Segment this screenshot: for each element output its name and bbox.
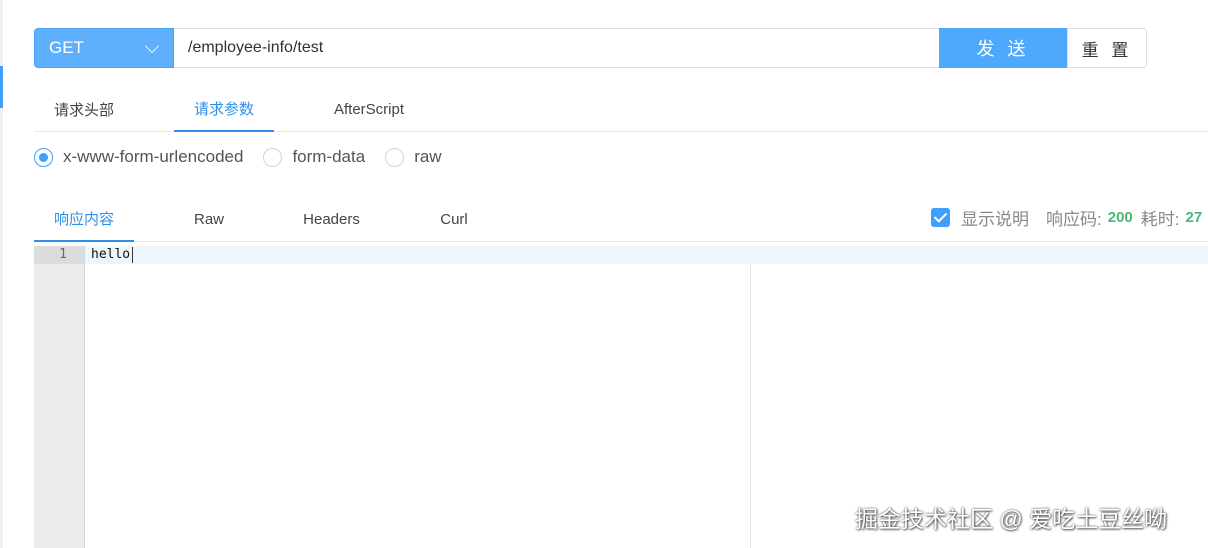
show-description-label[interactable]: 显示说明 — [961, 206, 1029, 229]
method-value: GET — [49, 38, 84, 57]
tab-afterscript[interactable]: AfterScript — [319, 86, 419, 132]
left-edge-bar — [0, 0, 3, 548]
response-info: 显示说明 响应码: 200 耗时: 27 — [931, 206, 1208, 228]
status-code-value: 200 — [1107, 208, 1133, 226]
text-cursor — [132, 247, 133, 263]
editor-content[interactable]: hello — [91, 247, 130, 262]
tab-request-headers[interactable]: 请求头部 — [34, 86, 134, 132]
send-button[interactable]: 发 送 — [939, 28, 1067, 68]
tab-response-content[interactable]: 响应内容 — [34, 196, 134, 242]
tab-curl[interactable]: Curl — [424, 196, 484, 242]
chevron-down-icon — [144, 38, 160, 53]
body-type-radio-group: x-www-form-urlencoded form-data raw — [34, 144, 462, 170]
radio-x-www-form-urlencoded[interactable]: x-www-form-urlencoded — [34, 147, 243, 167]
watermark: 掘金技术社区 @ 爱吃土豆丝呦 — [855, 506, 1168, 532]
url-input[interactable]: /employee-info/test — [174, 28, 939, 68]
editor-gutter: 1 — [34, 246, 85, 548]
tab-raw[interactable]: Raw — [174, 196, 244, 242]
radio-raw[interactable]: raw — [385, 147, 442, 167]
print-margin — [750, 264, 751, 548]
active-gutter-cell: 1 — [34, 246, 84, 264]
time-label: 耗时: — [1140, 209, 1180, 229]
radio-label: form-data — [292, 147, 366, 166]
radio-circle[interactable] — [263, 147, 283, 167]
left-edge-indicator — [0, 66, 3, 108]
radio-label: x-www-form-urlencoded — [63, 147, 244, 166]
radio-circle[interactable] — [385, 147, 405, 167]
active-line-highlight — [85, 246, 1208, 264]
radio-label: raw — [414, 147, 442, 166]
tab-request-params[interactable]: 请求参数 — [174, 86, 274, 132]
show-description-checkbox[interactable] — [931, 207, 950, 227]
radio-form-data[interactable]: form-data — [263, 147, 365, 167]
tab-headers[interactable]: Headers — [289, 196, 374, 242]
url-value: /employee-info/test — [188, 39, 324, 56]
time-value: 27 — [1185, 208, 1203, 226]
line-number: 1 — [59, 247, 67, 262]
radio-circle[interactable] — [34, 147, 53, 167]
status-code-label: 响应码: — [1046, 209, 1102, 229]
request-tabs: 请求头部 请求参数 AfterScript — [34, 86, 1208, 132]
reset-button[interactable]: 重 置 — [1067, 28, 1147, 68]
request-bar: GET /employee-info/test 发 送 重 置 — [34, 28, 1147, 68]
method-select[interactable]: GET — [34, 28, 174, 68]
